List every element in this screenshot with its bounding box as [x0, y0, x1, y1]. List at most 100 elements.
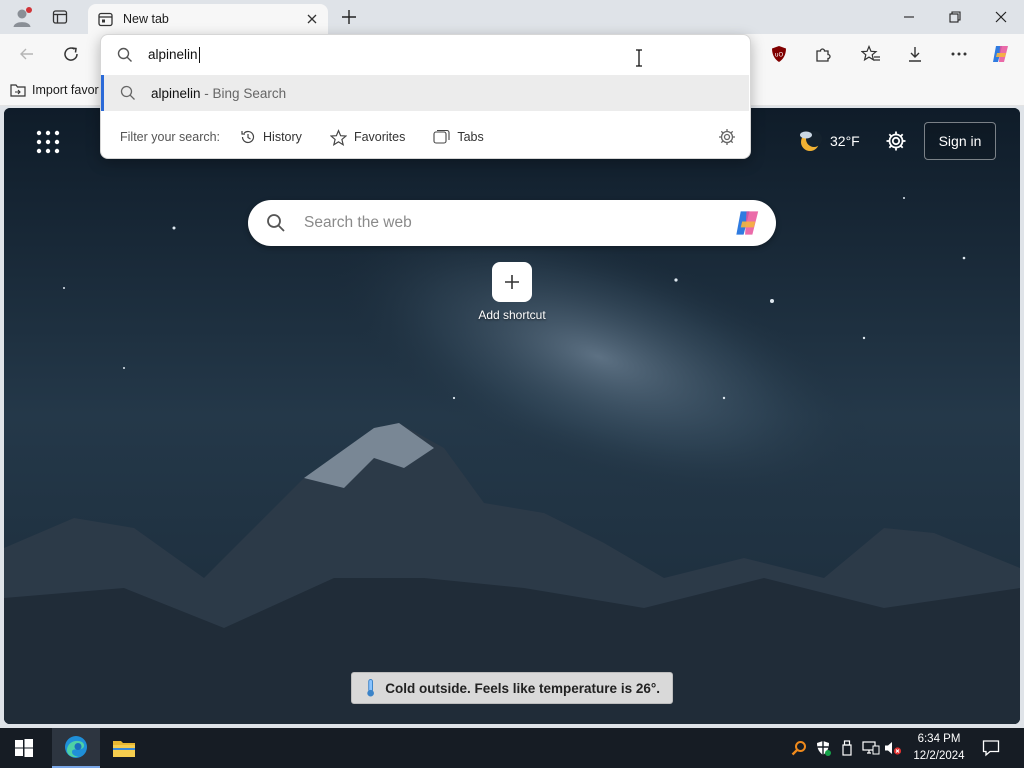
- close-icon: [995, 11, 1007, 23]
- gear-icon: [886, 131, 906, 151]
- clock-date: 12/2/2024: [913, 750, 965, 762]
- moon-cloud-weather-icon: [800, 131, 822, 151]
- import-favorites-button[interactable]: Import favor: [10, 80, 99, 100]
- search-icon: [120, 85, 135, 100]
- tray-defender-button[interactable]: [814, 739, 832, 757]
- web-search-box[interactable]: Search the web: [248, 200, 776, 246]
- usb-drive-icon: [842, 740, 852, 756]
- filter-label: Filter your search:: [120, 130, 221, 144]
- plus-icon: [505, 275, 519, 289]
- back-button[interactable]: [12, 40, 42, 68]
- tabs-icon: [433, 129, 450, 144]
- history-icon: [241, 130, 255, 144]
- suggestion-text: alpinelin - Bing Search: [151, 86, 286, 101]
- profile-button[interactable]: [8, 5, 36, 29]
- volume-muted-icon: [885, 742, 902, 755]
- text-caret: [198, 47, 200, 64]
- edge-browser-icon: [65, 736, 87, 758]
- thermometer-icon: [367, 679, 374, 697]
- search-icon: [117, 47, 132, 62]
- weather-notification[interactable]: Cold outside. Feels like temperature is …: [351, 672, 673, 704]
- start-button[interactable]: [0, 728, 48, 768]
- weather-widget[interactable]: 32°F: [798, 126, 860, 156]
- sign-in-button[interactable]: Sign in: [924, 122, 996, 160]
- ublock-extension-button[interactable]: uO: [764, 40, 794, 68]
- restore-button[interactable]: [932, 0, 978, 34]
- network-monitor-icon: [862, 741, 880, 755]
- profile-icon: [13, 7, 32, 27]
- address-bar-input[interactable]: alpinelin: [101, 35, 750, 75]
- title-bar: New tab: [0, 0, 1024, 34]
- search-filter-row: Filter your search: History Favorites Ta…: [101, 119, 750, 155]
- refresh-button[interactable]: [56, 40, 86, 68]
- windows-logo-icon: [15, 739, 33, 757]
- minimize-icon: [904, 16, 914, 18]
- tray-usb-button[interactable]: [838, 739, 856, 757]
- magnifier-orange-icon: [791, 741, 806, 756]
- puzzle-icon: [816, 48, 831, 62]
- tray-network-button[interactable]: [862, 739, 880, 757]
- copilot-button[interactable]: [986, 40, 1016, 68]
- text-cursor-icon: [636, 49, 642, 67]
- add-shortcut-button[interactable]: [492, 262, 532, 302]
- more-dots-icon: [951, 52, 967, 56]
- favorites-button[interactable]: [856, 40, 886, 68]
- taskbar-file-explorer-button[interactable]: [100, 728, 148, 768]
- page-settings-button[interactable]: [882, 127, 910, 155]
- add-shortcut-tile[interactable]: Add shortcut: [472, 262, 552, 322]
- tab-new-tab[interactable]: New tab: [88, 4, 328, 34]
- tab-actions-button[interactable]: [46, 5, 74, 29]
- tray-volume-button[interactable]: [884, 739, 902, 757]
- extensions-button[interactable]: [808, 40, 838, 68]
- vertical-tabs-icon: [52, 10, 68, 24]
- folder-icon: [113, 741, 135, 757]
- downloads-button[interactable]: [900, 40, 930, 68]
- filter-favorites-label: Favorites: [353, 130, 406, 144]
- new-tab-page-icon: [98, 12, 113, 26]
- tray-search-app-button[interactable]: [790, 739, 808, 757]
- favorites-star-icon: [861, 45, 880, 62]
- apps-launcher-icon[interactable]: [34, 128, 62, 156]
- restore-icon: [949, 11, 961, 23]
- search-settings-gear-icon[interactable]: [718, 128, 736, 146]
- filter-favorites-button[interactable]: Favorites: [329, 128, 406, 146]
- close-window-button[interactable]: [978, 0, 1024, 34]
- copilot-icon: [993, 46, 1008, 62]
- suggestion-query: alpinelin: [151, 85, 201, 101]
- import-favorites-label: Import favor: [32, 83, 99, 97]
- notification-speech-bubble-icon: [982, 740, 1000, 757]
- address-bar-text: alpinelin: [148, 46, 200, 64]
- new-tab-page: 32°F Sign in Search the web Add shortcut…: [4, 108, 1020, 724]
- download-icon: [909, 47, 921, 62]
- taskbar-edge-button[interactable]: [52, 728, 100, 768]
- svg-text:uO: uO: [775, 52, 784, 59]
- close-tab-icon[interactable]: [306, 13, 318, 25]
- add-shortcut-label: Add shortcut: [478, 308, 546, 322]
- filter-history-label: History: [263, 130, 302, 144]
- windows-taskbar: 6:34 PM 12/2/2024: [0, 728, 1024, 768]
- clock-time: 6:34 PM: [917, 733, 961, 745]
- ublock-shield-icon: uO: [772, 46, 786, 62]
- new-tab-button[interactable]: [335, 5, 363, 29]
- search-suggestion[interactable]: alpinelin - Bing Search: [101, 75, 749, 111]
- action-center-button[interactable]: [982, 739, 1000, 757]
- refresh-icon: [64, 47, 78, 61]
- filter-tabs-label: Tabs: [457, 130, 484, 144]
- address-bar-dropdown: alpinelin alpinelin - Bing Search Filter…: [100, 34, 751, 159]
- import-folder-icon: [10, 84, 26, 97]
- star-icon: [329, 128, 347, 146]
- settings-and-more-button[interactable]: [944, 40, 974, 68]
- filter-tabs-button[interactable]: Tabs: [433, 129, 484, 145]
- search-placeholder: Search the web: [304, 214, 412, 231]
- tab-title: New tab: [123, 12, 169, 26]
- suggestion-source: - Bing Search: [200, 85, 287, 101]
- minimize-button[interactable]: [886, 0, 932, 34]
- address-bar-query: alpinelin: [148, 46, 198, 62]
- taskbar-clock[interactable]: 6:34 PM 12/2/2024: [904, 731, 974, 765]
- filter-history-button[interactable]: History: [240, 129, 302, 145]
- weather-temperature: 32°F: [830, 133, 860, 149]
- back-arrow-icon: [20, 48, 33, 60]
- search-icon: [267, 214, 285, 232]
- copilot-icon[interactable]: [732, 207, 764, 239]
- plus-icon: [342, 10, 356, 24]
